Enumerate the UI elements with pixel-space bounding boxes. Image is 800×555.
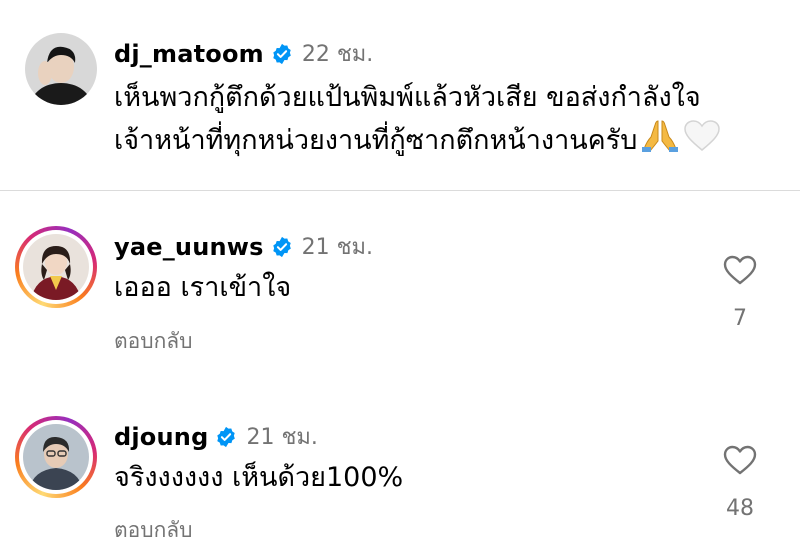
comment-text: จริงงงงงง เห็นด้วย100% [114,462,404,493]
avatar[interactable] [15,226,97,308]
like-count: 7 [733,306,747,331]
like-count: 48 [726,496,754,521]
verified-badge-icon [273,43,291,64]
timestamp: 22 ชม. [301,42,374,67]
username[interactable]: dj_matoom [114,40,264,68]
divider [0,190,800,191]
caption-line-2: เจ้าหน้าที่ทุกหน่วยงานที่กู้ซากตึกหน้างา… [114,119,721,166]
post-caption: dj_matoom 22 ชม. เห็นพวกกู้ตึกด้วยแป้นพิ… [0,0,800,190]
avatar[interactable] [15,416,97,498]
like-button[interactable] [720,250,760,290]
timestamp: 21 ชม. [301,235,374,260]
comment-text: เอออ เราเข้าใจ [114,272,292,303]
avatar-photo [23,424,89,490]
folded-hands-icon [641,119,679,166]
caption-text: เห็นพวกกู้ตึกด้วยแป้นพิมพ์แล้วหัวเสีย ขอ… [114,77,721,166]
caption-line-1: เห็นพวกกู้ตึกด้วยแป้นพิมพ์แล้วหัวเสีย ขอ… [114,82,701,113]
username[interactable]: djoung [114,423,208,451]
verified-badge-icon [217,426,236,447]
reply-button[interactable]: ตอบกลับ [114,514,193,547]
heart-icon [723,255,757,285]
avatar-photo [25,33,97,105]
heart-icon [723,445,757,475]
username[interactable]: yae_uunws [114,233,264,261]
like-button[interactable] [720,440,760,480]
reply-button[interactable]: ตอบกลับ [114,325,193,358]
avatar-photo [23,234,89,300]
avatar[interactable] [25,33,97,105]
timestamp: 21 ชม. [246,425,318,450]
verified-badge-icon [272,236,291,257]
white-heart-icon [683,119,721,166]
